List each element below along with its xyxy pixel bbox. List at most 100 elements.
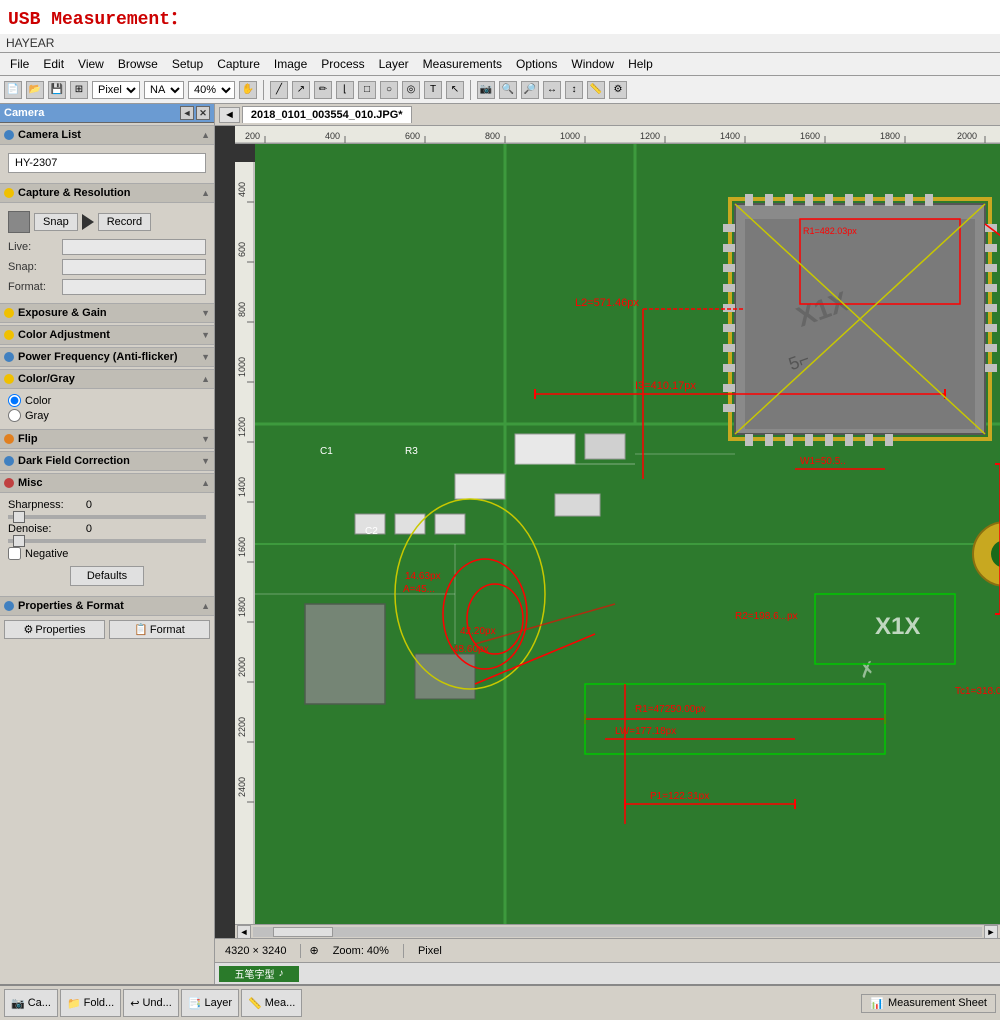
svg-text:1000: 1000 (560, 131, 580, 141)
menu-item-options[interactable]: Options (510, 55, 563, 73)
color-radio[interactable] (8, 394, 21, 407)
svg-text:1400: 1400 (720, 131, 740, 141)
toolbar-new-icon[interactable]: 📄 (4, 81, 22, 99)
polygon-icon[interactable]: ◎ (402, 81, 420, 99)
menu-item-help[interactable]: Help (622, 55, 659, 73)
snap-control[interactable] (62, 259, 206, 275)
properties-label: Properties & Format (18, 600, 124, 612)
ellipse-icon[interactable]: ○ (380, 81, 398, 99)
panel-pin-btn[interactable]: ◄ (180, 106, 194, 120)
color-gray-section-bar[interactable]: Color/Gray ▲ (0, 369, 214, 389)
hscroll-track[interactable] (253, 927, 982, 937)
capture-section-bar[interactable]: Capture & Resolution ▲ (0, 183, 214, 203)
sharpness-thumb[interactable] (13, 511, 25, 523)
taskbar-camera-btn[interactable]: 📷 Ca... (4, 989, 58, 1017)
camera-item[interactable]: HY-2307 (8, 153, 206, 173)
menu-item-window[interactable]: Window (565, 55, 620, 73)
capture-icon (4, 188, 14, 198)
color-adj-section-bar[interactable]: Color Adjustment ▼ (0, 325, 214, 345)
text-icon[interactable]: T (424, 81, 442, 99)
measure-icon[interactable]: ⌊ (336, 81, 354, 99)
zoom-select[interactable]: 40% (188, 81, 235, 99)
sharpness-row: Sharpness: 0 (8, 497, 206, 513)
gray-radio-row: Gray (8, 408, 206, 423)
snap-button[interactable]: Snap (34, 213, 78, 231)
menu-item-file[interactable]: File (4, 55, 35, 73)
panel-close-btn[interactable]: ✕ (196, 106, 210, 120)
denoise-thumb[interactable] (13, 535, 25, 547)
misc-section-bar[interactable]: Misc ▲ (0, 473, 214, 493)
cursor-icon[interactable]: ↖ (446, 81, 464, 99)
properties-section-bar[interactable]: Properties & Format ▲ (0, 596, 214, 616)
na-select[interactable]: NA (144, 81, 184, 99)
menu-item-capture[interactable]: Capture (211, 55, 266, 73)
menu-item-process[interactable]: Process (315, 55, 370, 73)
format-btn-label: Format (150, 624, 185, 636)
taskbar-measurement-btn[interactable]: 📏 Mea... (241, 989, 302, 1017)
menu-item-edit[interactable]: Edit (37, 55, 70, 73)
format-button[interactable]: 📋 Format (109, 620, 210, 639)
sharpness-track[interactable] (8, 515, 206, 519)
record-button[interactable]: Record (98, 213, 151, 231)
camera2-icon[interactable]: 📷 (477, 81, 495, 99)
flip-icon (4, 434, 14, 444)
color-adj-label: Color Adjustment (18, 329, 110, 341)
flip-h-icon[interactable]: ↔ (543, 81, 561, 99)
svg-text:C1: C1 (320, 446, 333, 457)
camera-list-section[interactable]: Camera List ▲ (0, 125, 214, 145)
defaults-button[interactable]: Defaults (70, 566, 144, 586)
toolbar-grid-icon[interactable]: ⊞ (70, 81, 88, 99)
properties-content: ⚙ Properties 📋 Format (0, 616, 214, 643)
tab-left-btn[interactable]: ◄ (219, 107, 240, 123)
svg-text:2000: 2000 (237, 657, 247, 677)
menu-item-setup[interactable]: Setup (166, 55, 209, 73)
main-tab[interactable]: 2018_0101_003554_010.JPG* (242, 106, 412, 123)
flip-section-bar[interactable]: Flip ▼ (0, 429, 214, 449)
toolbar-open-icon[interactable]: 📂 (26, 81, 44, 99)
camera-panel-header: Camera ◄ ✕ (0, 104, 214, 123)
format-control[interactable] (62, 279, 206, 295)
live-control[interactable] (62, 239, 206, 255)
taskbar-undo-btn[interactable]: ↩ Und... (123, 989, 179, 1017)
menu-item-view[interactable]: View (72, 55, 110, 73)
zoom-out-icon[interactable]: 🔎 (521, 81, 539, 99)
measure2-icon[interactable]: 📏 (587, 81, 605, 99)
gray-radio[interactable] (8, 409, 21, 422)
menu-item-layer[interactable]: Layer (373, 55, 415, 73)
negative-checkbox[interactable] (8, 547, 21, 560)
capture-content: Snap Record Live: Snap: Format: (0, 203, 214, 301)
taskbar-mea-label: Mea... (265, 997, 296, 1009)
rect-icon[interactable]: □ (358, 81, 376, 99)
scroll-left-btn[interactable]: ◄ (237, 925, 251, 939)
snap-label: Snap (43, 216, 69, 228)
zoom-in-icon[interactable]: 🔍 (499, 81, 517, 99)
measurement-sheet-tab[interactable]: 📊 Measurement Sheet (861, 994, 996, 1013)
flip-v-icon[interactable]: ↕ (565, 81, 583, 99)
line-icon[interactable]: ╱ (270, 81, 288, 99)
color-gray-icon (4, 374, 14, 384)
toolbar-save-icon[interactable]: 💾 (48, 81, 66, 99)
svg-text:200: 200 (245, 131, 260, 141)
arrow-icon[interactable]: ↗ (292, 81, 310, 99)
settings2-icon[interactable]: ⚙ (609, 81, 627, 99)
prop-btn-row: ⚙ Properties 📋 Format (4, 620, 210, 639)
hand-icon[interactable]: ✋ (239, 81, 257, 99)
taskbar-layer-btn[interactable]: 📑 Layer (181, 989, 239, 1017)
menu-item-image[interactable]: Image (268, 55, 313, 73)
image-area[interactable]: 200 400 600 800 1000 1200 1400 1600 (215, 126, 1000, 938)
taskbar-layer-icon: 📑 (188, 997, 202, 1010)
svg-text:Tc1=318.06px: Tc1=318.06px (955, 686, 1000, 697)
denoise-track[interactable] (8, 539, 206, 543)
hscroll-thumb[interactable] (273, 927, 333, 937)
menu-item-measurements[interactable]: Measurements (417, 55, 508, 73)
menu-item-browse[interactable]: Browse (112, 55, 164, 73)
power-freq-section-bar[interactable]: Power Frequency (Anti-flicker) ▼ (0, 347, 214, 367)
taskbar-folder-btn[interactable]: 📁 Fold... (60, 989, 121, 1017)
dark-field-section-bar[interactable]: Dark Field Correction ▼ (0, 451, 214, 471)
pixel-select[interactable]: Pixel (92, 81, 140, 99)
pencil-icon[interactable]: ✏ (314, 81, 332, 99)
properties-button[interactable]: ⚙ Properties (4, 620, 105, 639)
svg-text:800: 800 (485, 131, 500, 141)
scroll-right-btn[interactable]: ► (984, 925, 998, 939)
exposure-section-bar[interactable]: Exposure & Gain ▼ (0, 303, 214, 323)
